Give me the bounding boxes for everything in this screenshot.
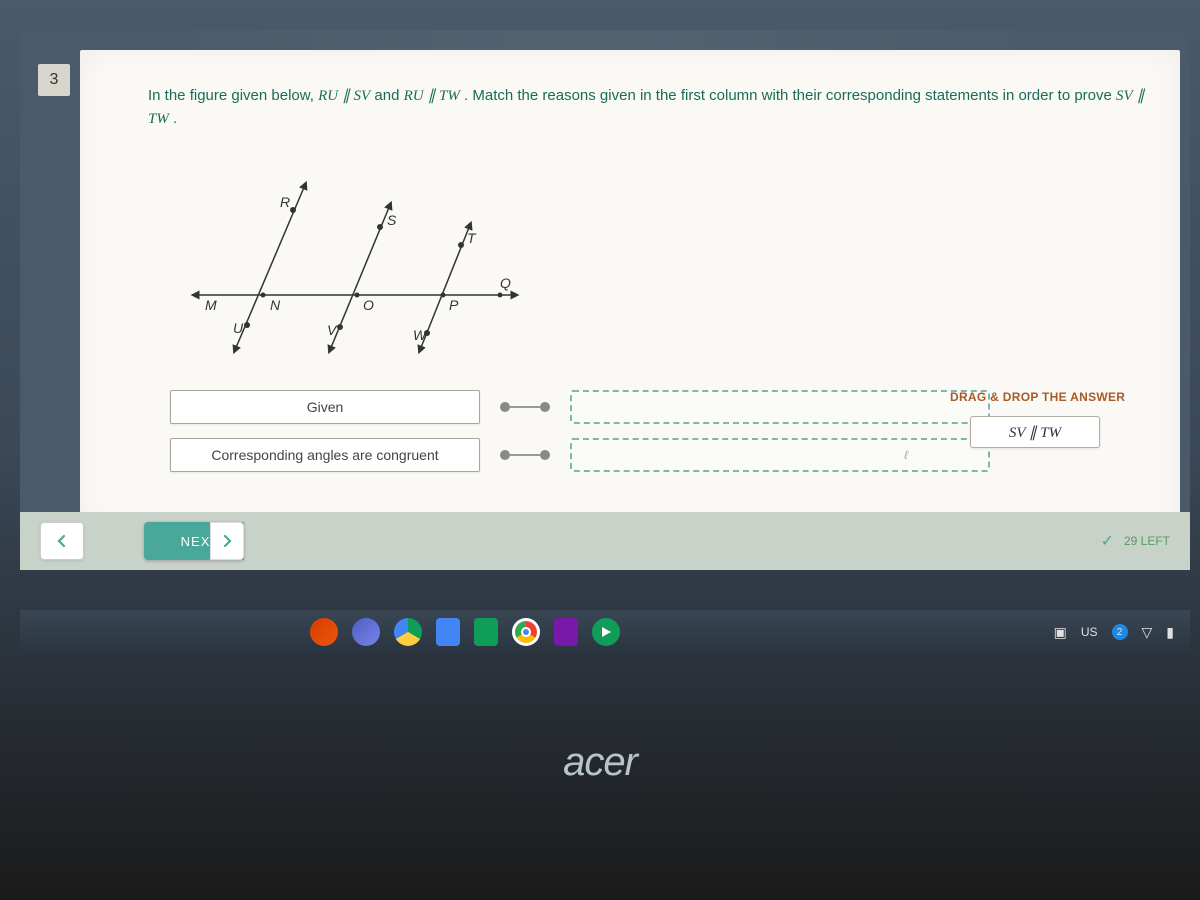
connector-line xyxy=(510,454,540,456)
svg-text:S: S xyxy=(387,212,397,228)
q-tw: TW xyxy=(439,88,460,104)
onenote-icon[interactable] xyxy=(554,618,578,646)
google-sheets-icon[interactable] xyxy=(474,618,498,646)
wifi-icon[interactable]: ▽ xyxy=(1142,624,1153,641)
geometry-figure: R S T M N O P Q U V W xyxy=(165,155,545,365)
keyboard-lang[interactable]: US xyxy=(1081,625,1098,639)
svg-text:O: O xyxy=(363,297,374,313)
answer-chip-label: SV ∥ TW xyxy=(1009,423,1061,442)
connector-dot-icon xyxy=(500,450,510,460)
connector-dot-icon xyxy=(540,450,550,460)
system-tray: ▣ US 2 ▽ ▮ xyxy=(1054,624,1174,641)
next-button-group: NEXT xyxy=(144,522,244,560)
connector-dot-icon xyxy=(540,402,550,412)
content-panel: In the figure given below, RU ∥ SV and R… xyxy=(80,50,1180,530)
q-end: . xyxy=(173,110,177,127)
os-taskbar: ▣ US 2 ▽ ▮ xyxy=(20,610,1190,654)
check-icon: ✓ xyxy=(1101,531,1114,551)
app-window: 3 In the figure given below, RU ∥ SV and… xyxy=(20,30,1190,570)
svg-text:M: M xyxy=(205,297,217,313)
teams-icon[interactable] xyxy=(352,618,380,646)
question-number: 3 xyxy=(50,71,59,89)
chrome-icon[interactable] xyxy=(512,618,540,646)
remaining-count: 29 LEFT xyxy=(1124,534,1170,548)
answer-bank: DRAG & DROP THE ANSWER SV ∥ TW xyxy=(950,390,1150,448)
chevron-right-icon xyxy=(220,534,234,548)
q-prove-tw: TW xyxy=(148,111,169,127)
q-par2: ∥ xyxy=(428,88,439,104)
connector-1[interactable] xyxy=(500,404,550,410)
laptop-brand-label: acer xyxy=(0,740,1200,785)
question-number-badge: 3 xyxy=(38,64,70,96)
connector-dot-icon xyxy=(500,402,510,412)
notification-count: 2 xyxy=(1117,627,1123,638)
battery-icon[interactable]: ▮ xyxy=(1166,624,1174,641)
q-prefix: In the figure given below, xyxy=(148,87,318,104)
q-par1: ∥ xyxy=(342,88,353,104)
prev-button[interactable] xyxy=(40,522,84,560)
next-arrow-button[interactable] xyxy=(210,522,244,560)
svg-text:Q: Q xyxy=(500,275,511,291)
next-button[interactable]: NEXT xyxy=(144,522,244,560)
q-suffix: . Match the reasons given in the first c… xyxy=(464,87,1116,104)
notification-badge[interactable]: 2 xyxy=(1112,624,1128,640)
connector-2[interactable] xyxy=(500,452,550,458)
question-text: In the figure given below, RU ∥ SV and R… xyxy=(148,85,1150,130)
svg-text:N: N xyxy=(270,297,281,313)
chevron-left-icon xyxy=(55,534,69,548)
answer-bank-title: DRAG & DROP THE ANSWER xyxy=(950,390,1150,404)
drop-target-2[interactable] xyxy=(570,438,990,472)
play-store-icon[interactable] xyxy=(592,618,620,646)
navigation-bar: NEXT ✓ 29 LEFT xyxy=(20,512,1190,570)
q-ru2: RU xyxy=(404,88,424,104)
connector-line xyxy=(510,406,540,408)
q-prove-sv: SV xyxy=(1116,88,1133,104)
svg-text:T: T xyxy=(467,230,477,246)
svg-text:P: P xyxy=(449,297,459,313)
svg-text:R: R xyxy=(280,194,290,210)
svg-text:U: U xyxy=(233,320,244,336)
matching-area: Given Corresponding angles are congruent… xyxy=(170,390,1150,500)
screenshot-icon[interactable]: ▣ xyxy=(1054,624,1067,641)
progress-indicator: ✓ 29 LEFT xyxy=(1101,531,1170,551)
reason-box-given: Given xyxy=(170,390,480,424)
drop-target-1[interactable] xyxy=(570,390,990,424)
google-docs-icon[interactable] xyxy=(436,618,460,646)
q-par3: ∥ xyxy=(1137,88,1145,104)
reason-label-2: Corresponding angles are congruent xyxy=(211,447,438,463)
q-sv: SV xyxy=(354,88,371,104)
q-ru1: RU xyxy=(318,88,338,104)
office-icon[interactable] xyxy=(310,618,338,646)
reason-box-corresponding: Corresponding angles are congruent xyxy=(170,438,480,472)
answer-chip-sv-tw[interactable]: SV ∥ TW xyxy=(970,416,1100,448)
q-and: and xyxy=(374,87,403,104)
google-drive-icon[interactable] xyxy=(394,618,422,646)
reason-label-1: Given xyxy=(307,399,344,415)
svg-text:W: W xyxy=(413,327,428,343)
play-triangle-icon xyxy=(599,625,613,639)
